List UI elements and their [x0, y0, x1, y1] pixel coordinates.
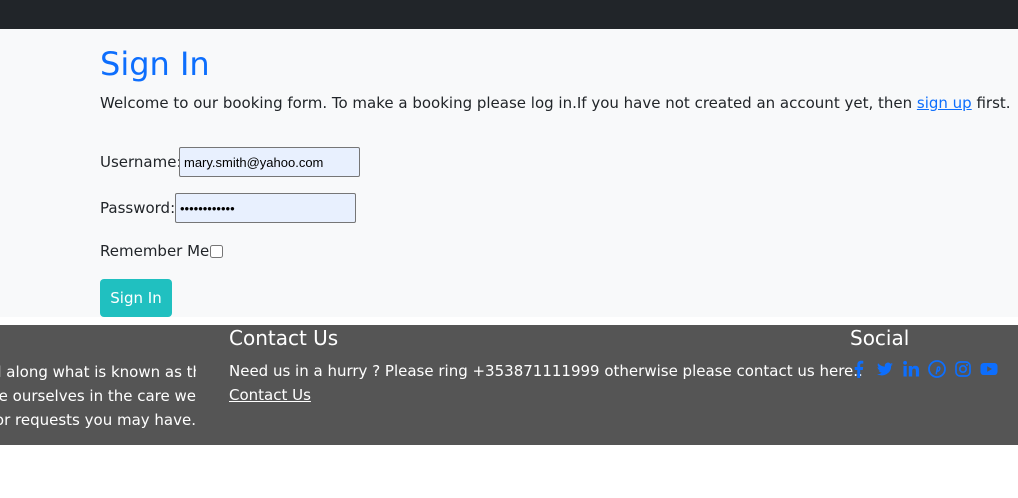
top-navbar	[0, 0, 1018, 29]
pinterest-icon[interactable]	[928, 360, 946, 378]
instagram-icon[interactable]	[954, 360, 972, 378]
intro-text-start: Welcome to our booking form. To make a b…	[100, 94, 917, 112]
sign-up-link[interactable]: sign up	[917, 94, 972, 112]
facebook-icon[interactable]	[850, 360, 868, 378]
password-label: Password:	[100, 199, 176, 217]
page-title: Sign In	[100, 45, 210, 83]
contact-text: Need us in a hurry ? Please ring +353871…	[229, 362, 863, 380]
password-input[interactable]	[175, 193, 356, 223]
username-label: Username:	[100, 153, 182, 171]
youtube-icon[interactable]	[980, 360, 998, 378]
about-line: or requests you may have.	[0, 411, 196, 429]
remember-me-label: Remember Me:	[100, 242, 215, 260]
footer: d along what is known as the e ourselves…	[0, 325, 1018, 445]
about-line: e ourselves in the care we	[0, 387, 196, 405]
about-line: d along what is known as the	[0, 363, 196, 381]
social-heading: Social	[850, 326, 910, 350]
linkedin-icon[interactable]	[902, 360, 920, 378]
remember-me-checkbox[interactable]	[210, 245, 223, 258]
contact-us-link[interactable]: Contact Us	[229, 383, 311, 407]
about-text: d along what is known as the e ourselves…	[0, 360, 196, 432]
username-input[interactable]	[179, 147, 360, 177]
social-icons	[850, 360, 998, 378]
twitter-icon[interactable]	[876, 360, 894, 378]
contact-heading: Contact Us	[229, 326, 339, 350]
intro-text: Welcome to our booking form. To make a b…	[100, 93, 1011, 113]
intro-text-end: first.	[971, 94, 1011, 112]
sign-in-button[interactable]: Sign In	[100, 279, 172, 317]
